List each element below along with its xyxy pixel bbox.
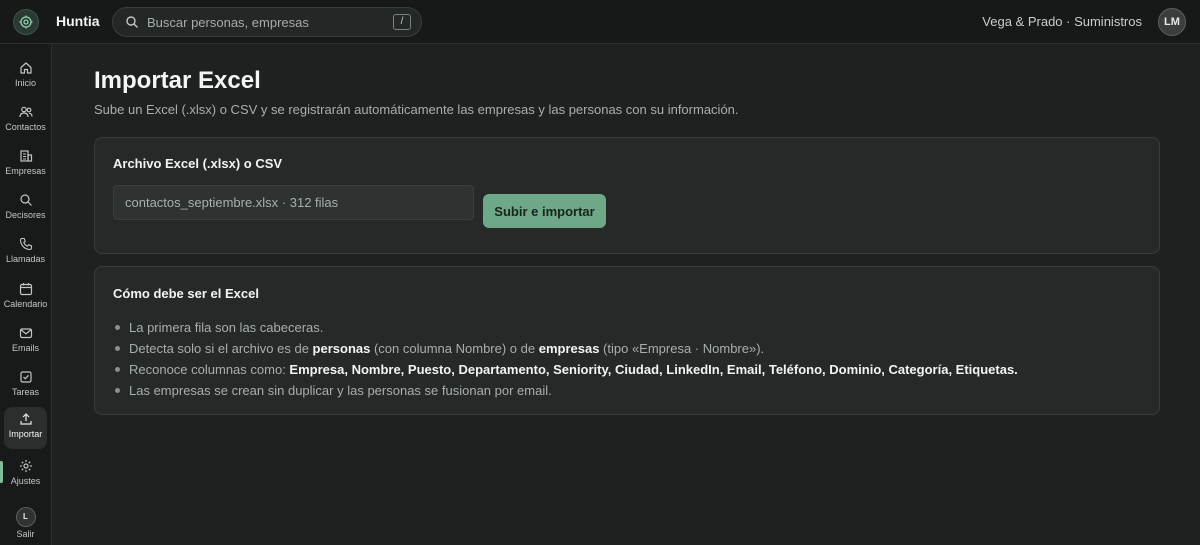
search-icon	[19, 194, 32, 206]
rule-text: La primera fila son las cabeceras.	[129, 320, 324, 335]
list-item: Reconoce columnas como: Empresa, Nombre,…	[113, 359, 1018, 380]
upload-card: Archivo Excel (.xlsx) o CSV contactos_se…	[94, 137, 1160, 254]
sidebar-item-empresas[interactable]: Empresas	[4, 144, 47, 186]
list-item: Las empresas se crean sin duplicar y las…	[113, 380, 1018, 401]
logout-avatar: L	[15, 507, 36, 527]
sidebar-item-label: Ajustes	[10, 476, 41, 486]
format-card-title: Cómo debe ser el Excel	[113, 286, 259, 301]
list-item: Detecta solo si el archivo es de persona…	[113, 338, 1018, 359]
logout-button[interactable]: L Salir	[4, 502, 47, 544]
search-icon	[125, 15, 139, 34]
sidebar: Inicio Contactos Empresas Decisores Llam…	[0, 44, 52, 545]
calendar-icon	[19, 283, 32, 296]
rule-text: Las empresas se crean sin duplicar y las…	[129, 383, 552, 398]
page-title: Importar Excel	[94, 67, 261, 94]
building-icon	[19, 150, 32, 162]
sidebar-item-label: Llamadas	[5, 254, 46, 264]
list-item: La primera fila son las cabeceras.	[113, 317, 1018, 338]
rule-emphasis: personas	[312, 341, 371, 356]
sidebar-item-label: Emails	[11, 343, 39, 353]
upload-icon	[19, 413, 32, 425]
sidebar-item-calendario[interactable]: Calendario	[4, 277, 47, 319]
checkbox-icon	[19, 371, 32, 383]
format-rules-list: La primera fila son las cabeceras. Detec…	[113, 317, 1018, 401]
format-card: Cómo debe ser el Excel La primera fila s…	[94, 266, 1160, 415]
rule-text: (con columna Nombre) o de	[370, 341, 539, 356]
rule-text: Detecta solo si el archivo es de	[129, 341, 313, 356]
search-shortcut-hint: /	[393, 14, 411, 30]
sidebar-item-label: Tareas	[11, 387, 39, 397]
sidebar-item-importar[interactable]: Importar	[4, 407, 47, 449]
page-subtitle: Sube un Excel (.xlsx) o CSV y se registr…	[94, 102, 739, 117]
sidebar-item-label: Importar	[8, 429, 43, 439]
search-input[interactable]	[147, 13, 387, 32]
sidebar-item-decisores[interactable]: Decisores	[4, 188, 47, 230]
sidebar-item-label: Decisores	[5, 210, 46, 220]
logout-label: Salir	[16, 529, 35, 539]
sidebar-item-tareas[interactable]: Tareas	[4, 365, 47, 407]
active-indicator	[0, 461, 3, 483]
rule-emphasis: Empresa, Nombre, Puesto, Departamento, S…	[289, 362, 1018, 377]
home-icon	[19, 62, 32, 74]
sidebar-item-contactos[interactable]: Contactos	[4, 100, 47, 142]
sidebar-item-label: Contactos	[5, 122, 46, 132]
top-bar: Huntia / Vega & Prado · Suministros LM	[0, 0, 1200, 44]
user-avatar[interactable]: LM	[1158, 8, 1186, 36]
organization-name[interactable]: Vega & Prado · Suministros	[982, 14, 1142, 29]
sidebar-item-label: Inicio	[14, 78, 36, 88]
rule-text: (tipo «Empresa · Nombre»).	[599, 341, 765, 356]
phone-icon	[19, 237, 32, 251]
upload-card-title: Archivo Excel (.xlsx) o CSV	[113, 156, 283, 171]
sidebar-item-ajustes[interactable]: Ajustes	[4, 454, 47, 496]
search-bar[interactable]: /	[112, 7, 422, 37]
logo-icon[interactable]	[13, 9, 39, 35]
users-icon	[18, 106, 33, 118]
mail-icon	[19, 328, 32, 339]
sidebar-item-label: Empresas	[5, 166, 46, 176]
rule-emphasis: empresas	[538, 341, 600, 356]
rule-text: Reconoce columnas como:	[129, 362, 290, 377]
file-input[interactable]: contactos_septiembre.xlsx · 312 filas	[113, 185, 474, 220]
sidebar-item-label: Calendario	[3, 299, 48, 309]
sidebar-item-llamadas[interactable]: Llamadas	[4, 232, 47, 274]
sidebar-item-inicio[interactable]: Inicio	[4, 56, 47, 98]
brand-name: Huntia	[56, 13, 100, 29]
gear-icon	[19, 460, 32, 472]
upload-import-button[interactable]: Subir e importar	[483, 194, 606, 228]
sidebar-item-emails[interactable]: Emails	[4, 321, 47, 363]
